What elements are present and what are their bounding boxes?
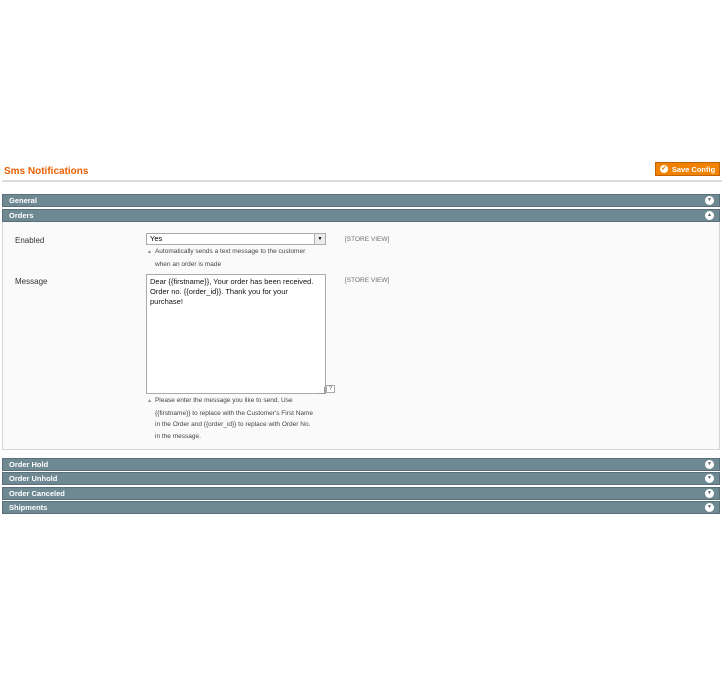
expand-icon[interactable]: ▼ bbox=[705, 196, 714, 205]
section-shipments-header[interactable]: Shipments ▼ bbox=[2, 501, 720, 514]
resize-grip-icon[interactable] bbox=[318, 387, 325, 394]
collapse-icon[interactable]: ▲ bbox=[705, 211, 714, 220]
expand-icon[interactable]: ▼ bbox=[705, 503, 714, 512]
message-note-line2: {{firstname}} to replace with the Custom… bbox=[155, 409, 314, 417]
section-order-canceled-header[interactable]: Order Canceled ▼ bbox=[2, 487, 720, 500]
enabled-select[interactable]: Yes ▼ bbox=[146, 233, 326, 245]
section-order-canceled-label: Order Canceled bbox=[9, 489, 65, 498]
save-check-icon: ✔ bbox=[659, 165, 668, 173]
section-general-label: General bbox=[9, 196, 37, 205]
section-order-hold-header[interactable]: Order Hold ▼ bbox=[2, 458, 720, 471]
section-general-header[interactable]: General ▼ bbox=[2, 194, 720, 207]
message-scope: [STORE VIEW] bbox=[345, 277, 390, 284]
note-arrow-icon: ▲ bbox=[147, 398, 152, 404]
message-label: Message bbox=[15, 277, 48, 286]
message-note-line3: in the Order and {{order_id}} to replace… bbox=[155, 421, 311, 428]
page-title: Sms Notifications bbox=[4, 166, 89, 177]
title-divider bbox=[2, 180, 722, 182]
enabled-note-line2: when an order is made bbox=[155, 260, 222, 268]
section-orders-header[interactable]: Orders ▲ bbox=[2, 209, 720, 222]
enabled-note: ▲ Automatically sends a text message to t… bbox=[147, 246, 305, 270]
section-shipments-label: Shipments bbox=[9, 503, 48, 512]
enabled-label: Enabled bbox=[15, 236, 45, 245]
section-orders-label: Orders bbox=[9, 211, 34, 220]
orders-fieldset bbox=[2, 222, 720, 450]
help-icon[interactable]: ? bbox=[326, 385, 335, 393]
message-note: ▲ Please enter the message you like to se… bbox=[147, 395, 313, 442]
enabled-note-line1: Automatically sends a text message to th… bbox=[154, 248, 306, 255]
expand-icon[interactable]: ▼ bbox=[705, 460, 714, 469]
expand-icon[interactable]: ▼ bbox=[705, 474, 714, 483]
message-note-line4: in the message. bbox=[155, 432, 201, 440]
section-order-unhold-header[interactable]: Order Unhold ▼ bbox=[2, 472, 720, 485]
enabled-select-value: Yes bbox=[150, 234, 163, 243]
expand-icon[interactable]: ▼ bbox=[705, 489, 714, 498]
save-config-button[interactable]: ✔ Save Config bbox=[655, 162, 720, 176]
section-order-unhold-label: Order Unhold bbox=[9, 474, 58, 483]
chevron-down-icon[interactable]: ▼ bbox=[314, 234, 325, 244]
save-config-label: Save Config bbox=[671, 164, 716, 174]
message-textarea[interactable]: Dear {{firstname}}, Your order has been … bbox=[146, 274, 326, 394]
message-note-line1: Please enter the message you like to sen… bbox=[154, 397, 293, 404]
section-order-hold-label: Order Hold bbox=[9, 460, 49, 469]
enabled-scope: [STORE VIEW] bbox=[345, 236, 390, 243]
note-arrow-icon: ▲ bbox=[147, 249, 152, 255]
